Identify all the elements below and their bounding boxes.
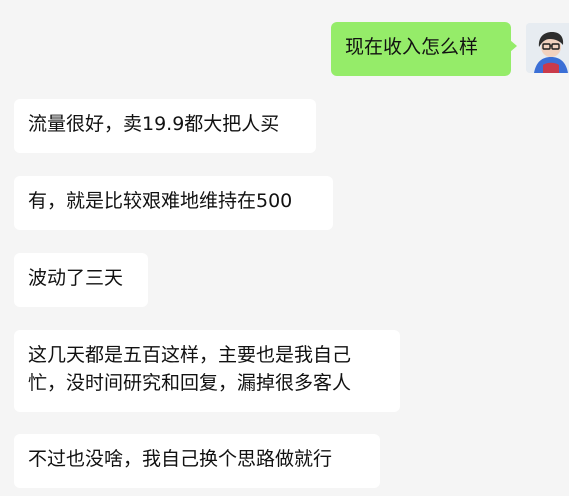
message-text: 有，就是比较艰难地维持在500 — [28, 190, 293, 212]
message-bubble-sent[interactable]: 现在收入怎么样 — [331, 22, 517, 76]
message-text: 波动了三天 — [28, 267, 124, 289]
message-bubble-received[interactable]: 波动了三天 — [14, 253, 148, 307]
message-bubble-received[interactable]: 不过也没啥，我自己换个思路做就行 — [14, 434, 380, 488]
user-avatar-icon[interactable] — [526, 23, 569, 73]
message-text: 流量很好，卖19.9都大把人买 — [28, 113, 280, 135]
message-text-line: 这几天都是五百这样，主要也是我自己 — [28, 344, 352, 366]
message-text: 不过也没啥，我自己换个思路做就行 — [28, 448, 333, 470]
message-bubble-received[interactable]: 有，就是比较艰难地维持在500 — [14, 176, 333, 230]
message-text-line: 忙，没时间研究和回复，漏掉很多客人 — [28, 372, 352, 394]
message-bubble-received[interactable]: 流量很好，卖19.9都大把人买 — [14, 99, 316, 153]
user-avatar-icon-svg — [526, 23, 569, 73]
message-bubble-received[interactable]: 这几天都是五百这样，主要也是我自己 忙，没时间研究和回复，漏掉很多客人 — [14, 330, 400, 412]
message-text: 现在收入怎么样 — [345, 36, 479, 58]
